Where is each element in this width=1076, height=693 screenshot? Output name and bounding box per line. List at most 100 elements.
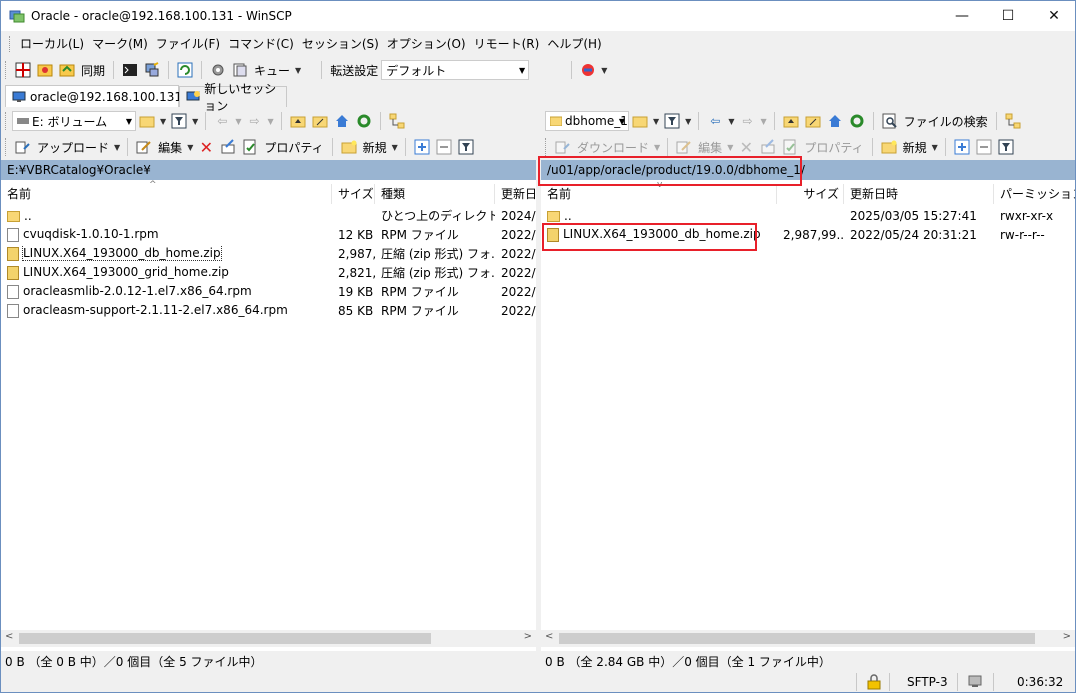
column-type[interactable]: 種類 [375,184,495,204]
left-horizontal-scrollbar[interactable]: < > [1,630,536,647]
list-item[interactable]: .. ひとつ上のディレクトリ 2024/0 [1,206,536,225]
scroll-right-icon[interactable]: > [524,631,532,642]
compare-directories-icon[interactable] [14,61,32,79]
menu-mark[interactable]: マーク(M) [88,34,152,54]
menu-help[interactable]: ヘルプ(H) [543,34,605,54]
scroll-left-icon[interactable]: < [5,631,13,642]
root-directory-icon[interactable] [804,112,822,130]
home-icon[interactable] [826,112,844,130]
console-icon[interactable] [121,61,139,79]
right-directory-select[interactable]: dbhome_1 ▼ [545,111,629,131]
list-item[interactable]: oracleasmlib-2.0.12-1.el7.x86_64.rpm 19 … [1,282,536,301]
upload-icon[interactable] [14,138,32,156]
list-item[interactable]: oracleasm-support-2.1.11-2.el7.x86_64.rp… [1,301,536,320]
edit-button[interactable]: 編集 [158,139,182,156]
open-dropdown-icon[interactable]: ▼ [653,117,659,126]
filter-dropdown-icon[interactable]: ▼ [192,117,198,126]
select-all-plus-icon[interactable] [413,138,431,156]
rename-icon[interactable] [759,138,777,156]
edit-button[interactable]: 編集 [698,139,722,156]
properties-icon[interactable] [781,138,799,156]
unselect-minus-icon[interactable] [435,138,453,156]
back-dropdown-icon[interactable]: ▼ [728,117,734,126]
left-file-panel[interactable]: 名前 サイズ 種類 更新日 ^ .. ひとつ上のディレクトリ 2024/0 cv… [1,180,536,651]
close-button[interactable]: ✕ [1031,1,1076,31]
forward-dropdown-icon[interactable]: ▼ [760,117,766,126]
scroll-right-icon[interactable]: > [1063,631,1071,642]
filter-select-icon[interactable] [997,138,1015,156]
parent-directory-icon[interactable] [289,112,307,130]
home-icon[interactable] [333,112,351,130]
find-files-icon[interactable] [881,112,899,130]
column-modified[interactable]: 更新日 [495,184,536,204]
download-button[interactable]: ダウンロード [577,139,649,156]
tree-view-icon[interactable] [1004,112,1022,130]
sync-icon[interactable] [58,61,76,79]
download-dropdown-icon[interactable]: ▼ [654,143,660,152]
scrollbar-thumb[interactable] [19,633,431,644]
menu-session[interactable]: セッション(S) [298,34,383,54]
properties-icon[interactable] [241,138,259,156]
column-permissions[interactable]: パーミッション [994,184,1075,204]
back-dropdown-icon[interactable]: ▼ [235,117,241,126]
preferences-gear-icon[interactable] [209,61,227,79]
find-files-button[interactable]: ファイルの検索 [904,113,988,130]
tab-new-session[interactable]: 新しいセッション [179,86,287,107]
menu-option[interactable]: オプション(O) [383,34,470,54]
refresh-icon[interactable] [848,112,866,130]
left-drive-select[interactable]: E: ボリューム ▼ [12,111,136,131]
new-folder-icon[interactable] [880,138,898,156]
list-item[interactable]: LINUX.X64_193000_db_home.zip 2,987,99...… [1,244,536,263]
queue-dropdown-icon[interactable]: ▼ [295,66,301,75]
list-item[interactable]: LINUX.X64_193000_grid_home.zip 2,821,47.… [1,263,536,282]
new-button[interactable]: 新規 [903,139,927,156]
properties-button[interactable]: プロパティ [804,139,863,156]
root-directory-icon[interactable] [311,112,329,130]
transfer-settings-select[interactable]: デフォルト ▼ [381,60,529,80]
refresh-window-icon[interactable] [176,61,194,79]
open-directory-icon[interactable] [138,112,156,130]
synchronize-browsing-icon[interactable] [36,61,54,79]
minimize-button[interactable]: — [939,1,985,31]
upload-button[interactable]: アップロード [37,139,109,156]
new-dropdown-icon[interactable]: ▼ [932,143,938,152]
reconnect-dropdown-icon[interactable]: ▼ [601,66,607,75]
new-folder-icon[interactable] [340,138,358,156]
select-all-plus-icon[interactable] [953,138,971,156]
tab-session[interactable]: oracle@192.168.100.131 ✕ [5,85,179,107]
edit-icon[interactable] [135,138,153,156]
queue-button[interactable]: キュー [254,62,290,79]
column-name[interactable]: 名前 [1,184,332,204]
forward-arrow-icon[interactable]: ⇨ [738,112,756,130]
upload-dropdown-icon[interactable]: ▼ [114,143,120,152]
filter-icon[interactable] [663,112,681,130]
back-arrow-icon[interactable]: ⇦ [213,112,231,130]
sync-button[interactable]: 同期 [81,62,105,79]
filter-dropdown-icon[interactable]: ▼ [685,117,691,126]
list-item[interactable]: cvuqdisk-1.0.10-1.rpm 12 KB RPM ファイル 202… [1,225,536,244]
parent-directory-icon[interactable] [782,112,800,130]
unselect-minus-icon[interactable] [975,138,993,156]
forward-arrow-icon[interactable]: ⇨ [245,112,263,130]
delete-icon[interactable]: ✕ [197,138,215,156]
open-directory-icon[interactable] [631,112,649,130]
putty-icon[interactable] [143,61,161,79]
back-arrow-icon[interactable]: ⇦ [706,112,724,130]
maximize-button[interactable]: ☐ [985,1,1031,31]
delete-icon[interactable]: ✕ [737,138,755,156]
scrollbar-thumb[interactable] [559,633,1035,644]
reconnect-icon[interactable] [579,61,597,79]
column-modified[interactable]: 更新日時 [844,184,994,204]
new-button[interactable]: 新規 [363,139,387,156]
edit-dropdown-icon[interactable]: ▼ [187,143,193,152]
right-horizontal-scrollbar[interactable]: < > [541,630,1075,647]
edit-icon[interactable] [675,138,693,156]
menu-remote[interactable]: リモート(R) [470,34,544,54]
menu-command[interactable]: コマンド(C) [224,34,298,54]
properties-button[interactable]: プロパティ [264,139,323,156]
new-dropdown-icon[interactable]: ▼ [392,143,398,152]
menu-local[interactable]: ローカル(L) [16,34,88,54]
open-dropdown-icon[interactable]: ▼ [160,117,166,126]
column-size[interactable]: サイズ [332,184,375,204]
rename-icon[interactable] [219,138,237,156]
